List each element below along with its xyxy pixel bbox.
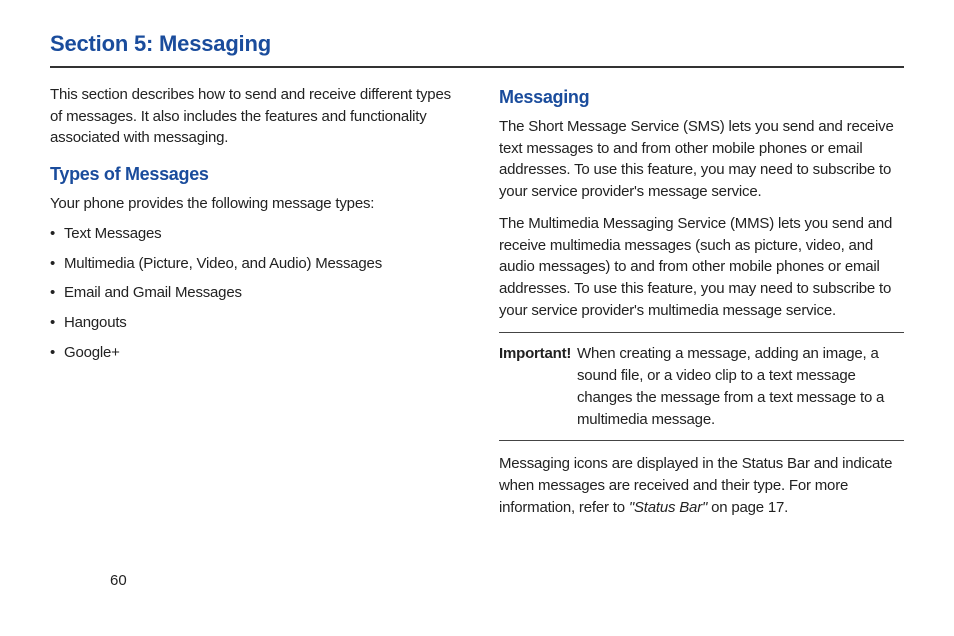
important-label: Important! [499,345,571,362]
important-note: Important! When creating a message, addi… [499,332,904,442]
list-item: Google+ [50,342,455,364]
intro-paragraph: This section describes how to send and r… [50,84,455,149]
section-title: Section 5: Messaging [50,28,904,68]
list-item: Text Messages [50,223,455,245]
message-types-list: Text Messages Multimedia (Picture, Video… [50,223,455,364]
status-bar-reference: Messaging icons are displayed in the Sta… [499,453,904,518]
lead-in-text: Your phone provides the following messag… [50,193,455,215]
two-column-layout: This section describes how to send and r… [50,84,904,529]
list-item: Multimedia (Picture, Video, and Audio) M… [50,253,455,275]
list-item: Hangouts [50,312,455,334]
ref-text-2: on page 17. [707,499,788,516]
page-number: 60 [110,570,127,592]
heading-types-of-messages: Types of Messages [50,161,455,187]
right-column: Messaging The Short Message Service (SMS… [499,84,904,529]
sms-paragraph: The Short Message Service (SMS) lets you… [499,116,904,203]
ref-italic: "Status Bar" [629,499,707,516]
heading-messaging: Messaging [499,84,904,110]
left-column: This section describes how to send and r… [50,84,455,529]
list-item: Email and Gmail Messages [50,282,455,304]
mms-paragraph: The Multimedia Messaging Service (MMS) l… [499,213,904,322]
